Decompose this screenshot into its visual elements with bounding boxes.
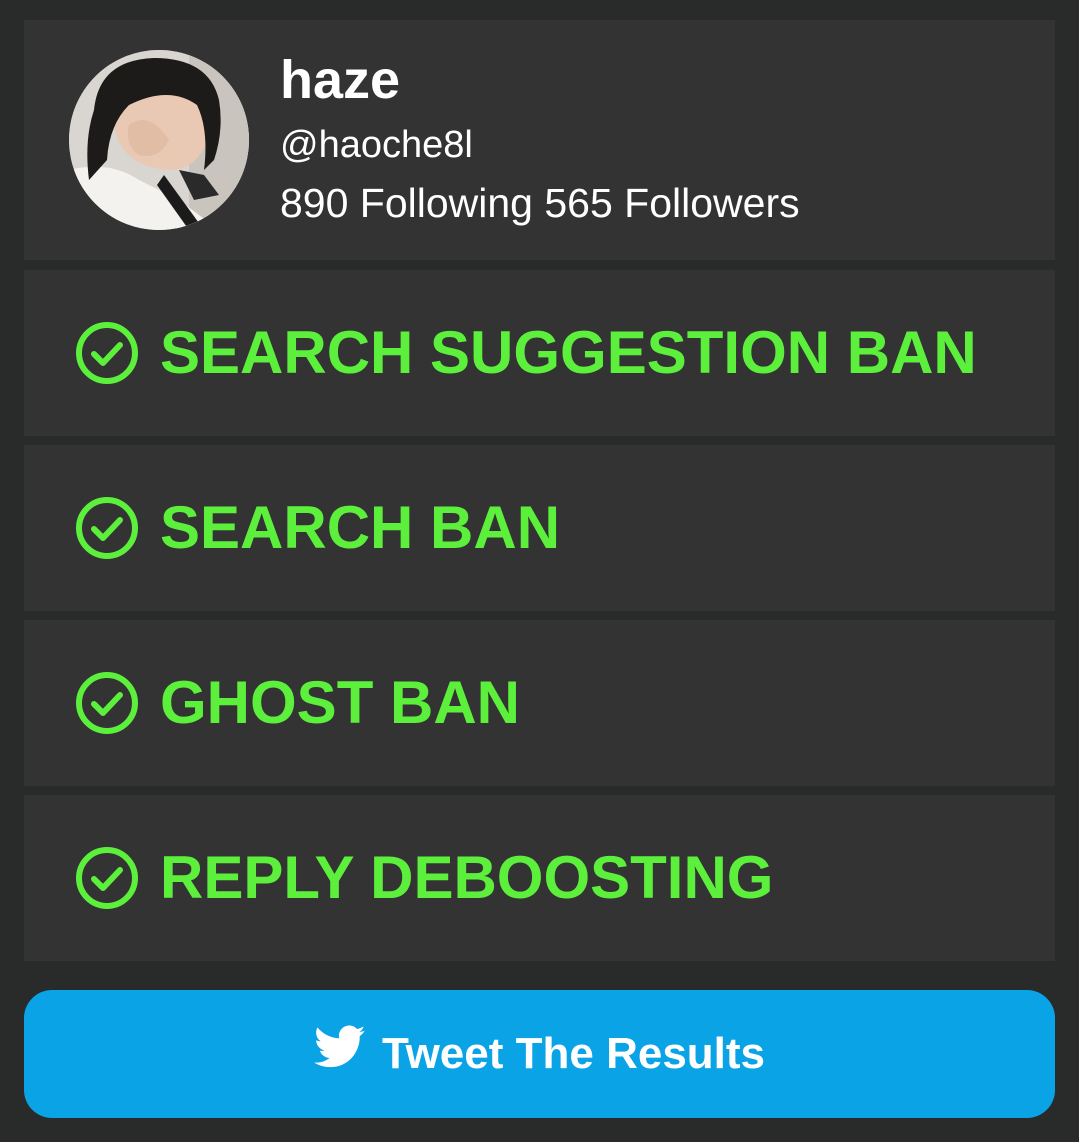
check-circle-icon — [74, 845, 140, 911]
check-row-ghost-ban: GHOST BAN — [24, 620, 1055, 786]
profile-card: haze @haoche8l 890 Following 565 Followe… — [24, 20, 1055, 260]
avatar-photo — [69, 50, 249, 230]
check-label: SEARCH BAN — [160, 494, 561, 561]
profile-name: haze — [280, 50, 401, 110]
check-label: REPLY DEBOOSTING — [160, 844, 774, 911]
check-circle-icon — [74, 670, 140, 736]
tweet-results-button[interactable]: Tweet The Results — [24, 990, 1055, 1118]
check-circle-icon — [74, 320, 140, 386]
check-label: GHOST BAN — [160, 669, 520, 736]
tweet-button-content: Tweet The Results — [24, 1025, 1055, 1078]
profile-stats: 890 Following 565 Followers — [280, 180, 800, 226]
check-row-search-suggestion-ban: SEARCH SUGGESTION BAN — [24, 270, 1055, 436]
profile-handle: @haoche8l — [280, 124, 473, 166]
check-label: SEARCH SUGGESTION BAN — [160, 319, 977, 386]
check-row-reply-deboosting: REPLY DEBOOSTING — [24, 795, 1055, 961]
check-row-search-ban: SEARCH BAN — [24, 445, 1055, 611]
tweet-button-label: Tweet The Results — [381, 1029, 766, 1078]
avatar — [69, 50, 249, 230]
check-circle-icon — [74, 495, 140, 561]
twitter-bird-icon — [313, 1025, 366, 1069]
